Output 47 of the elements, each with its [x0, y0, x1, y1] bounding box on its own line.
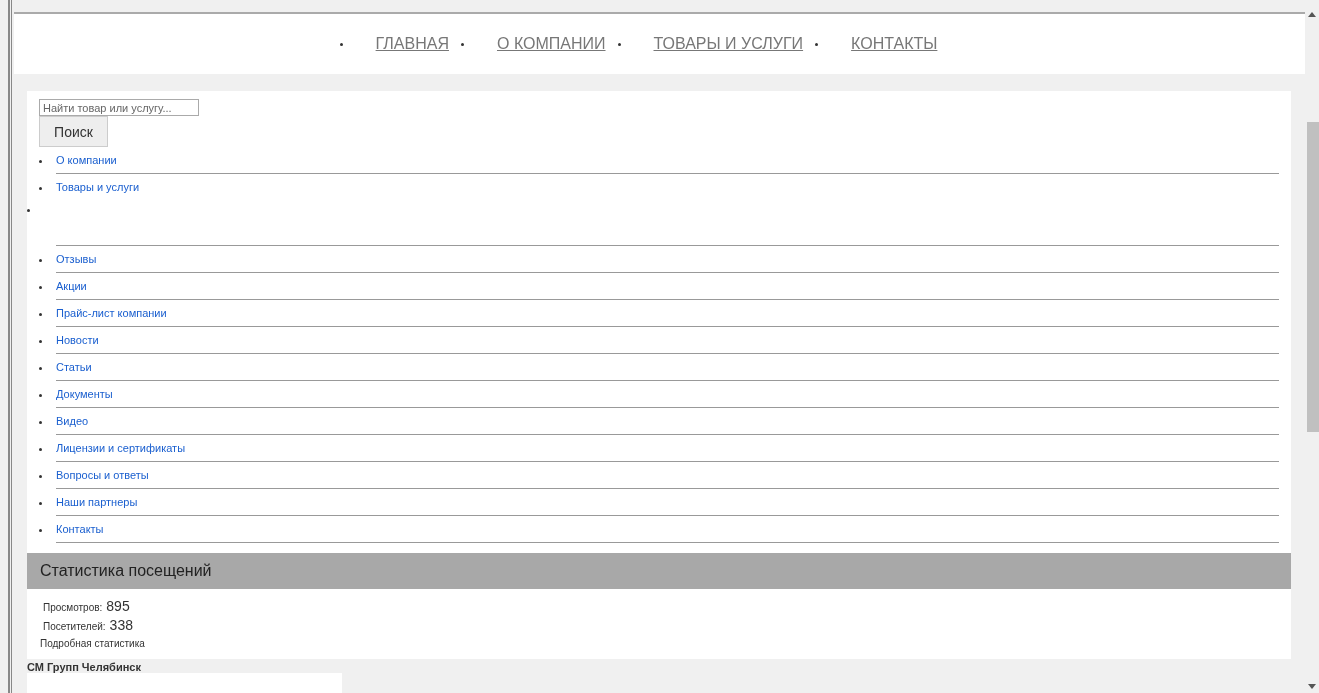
- menu-link[interactable]: Контакты: [56, 516, 104, 535]
- stat-value: 895: [106, 598, 130, 614]
- stats-link[interactable]: Подробная статистика: [40, 638, 1291, 649]
- search-button[interactable]: Поиск: [39, 116, 108, 147]
- bullet-icon: [339, 42, 343, 46]
- menu-link[interactable]: Прайс-лист компании: [56, 300, 167, 319]
- nav-link[interactable]: КОНТАКТЫ: [851, 35, 938, 53]
- bullet-icon: [27, 209, 30, 212]
- menu-link[interactable]: Новости: [56, 327, 99, 346]
- bullet-icon: [461, 42, 464, 46]
- bullet-icon: [39, 394, 42, 397]
- stats-header: Статистика посещений: [27, 553, 1291, 589]
- bullet-icon: [39, 160, 42, 163]
- company-name: СМ Групп Челябинск: [27, 660, 142, 673]
- bullet-icon: [39, 448, 42, 451]
- menu-link[interactable]: Лицензии и сертификаты: [56, 435, 186, 454]
- bullet-icon: [39, 340, 42, 343]
- menu-link[interactable]: Вопросы и ответы: [56, 462, 149, 481]
- menu-link[interactable]: Товары и услуги: [56, 174, 140, 193]
- bullet-icon: [39, 286, 42, 289]
- nav-link[interactable]: ТОВАРЫ И УСЛУГИ: [653, 35, 804, 53]
- bullet-icon: [39, 367, 42, 370]
- bullet-icon: [617, 42, 621, 46]
- menu-link[interactable]: Наши партнеры: [56, 489, 138, 508]
- bullet-icon: [39, 187, 42, 190]
- search-field[interactable]: Найти товар или услугу...: [39, 99, 199, 116]
- scrollbar-thumb[interactable]: [1307, 122, 1319, 432]
- menu-link[interactable]: Отзывы: [56, 246, 97, 265]
- scroll-down-icon[interactable]: [1308, 684, 1316, 689]
- bullet-icon: [39, 529, 42, 532]
- nav-link[interactable]: ГЛАВНАЯ: [375, 35, 449, 53]
- menu-link[interactable]: Документы: [56, 381, 113, 400]
- menu-link[interactable]: Видео: [56, 408, 89, 427]
- bullet-icon: [39, 475, 42, 478]
- scroll-up-icon[interactable]: [1308, 12, 1316, 17]
- nav-link[interactable]: О КОМПАНИИ: [497, 35, 606, 53]
- stat-label: Посетителей:: [43, 621, 106, 632]
- menu-link[interactable]: О компании: [56, 147, 117, 166]
- menu-link[interactable]: Акции: [56, 273, 87, 292]
- bullet-icon: [815, 42, 819, 46]
- bullet-icon: [39, 421, 42, 424]
- stat-label: Просмотров:: [43, 602, 103, 613]
- menu-link[interactable]: Статьи: [56, 354, 92, 373]
- bullet-icon: [39, 502, 42, 505]
- stat-value: 338: [109, 617, 133, 633]
- bullet-icon: [39, 259, 42, 262]
- bullet-icon: [39, 313, 42, 316]
